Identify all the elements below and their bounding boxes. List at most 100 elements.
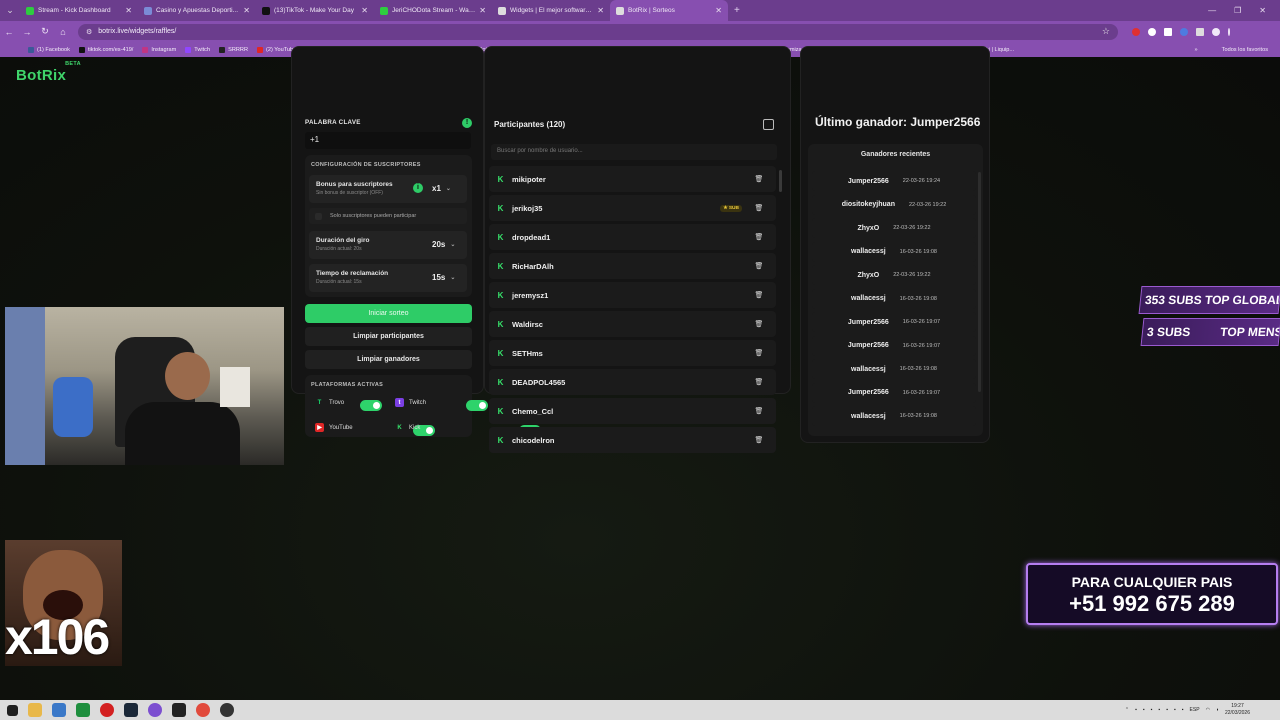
tray-app-icon[interactable]: ▪ bbox=[1166, 707, 1168, 713]
winner-date: 22-03-26 19:24 bbox=[902, 178, 941, 184]
bookmark-star-icon[interactable]: ☆ bbox=[1102, 26, 1110, 37]
close-icon[interactable]: ✕ bbox=[125, 6, 132, 15]
reload-icon[interactable]: ↻ bbox=[36, 26, 54, 37]
participant-search-input[interactable]: Buscar por nombre de usuario... bbox=[491, 144, 777, 160]
tab-search-icon[interactable]: ⌄ bbox=[0, 0, 20, 21]
kick-icon: K bbox=[497, 406, 504, 416]
info-icon[interactable]: i bbox=[413, 183, 423, 193]
tray-app-icon[interactable]: ▪ bbox=[1182, 707, 1184, 713]
url-field[interactable]: ⚙ botrix.live/widgets/raffles/ ☆ bbox=[78, 23, 1118, 40]
twitch-toggle[interactable] bbox=[466, 400, 489, 411]
claim-select[interactable]: 15s ⌄ bbox=[432, 273, 455, 282]
maximize-icon[interactable]: ❐ bbox=[1234, 6, 1241, 15]
info-icon[interactable]: ! bbox=[462, 118, 472, 128]
sub-badge: ★ SUB bbox=[720, 204, 742, 212]
app-icon[interactable] bbox=[52, 703, 66, 717]
tray-app-icon[interactable]: ▪ bbox=[1158, 707, 1160, 713]
menu-icon[interactable] bbox=[1228, 27, 1230, 36]
new-tab-button[interactable]: + bbox=[728, 5, 746, 16]
winner-date: 16-03-26 19:08 bbox=[899, 413, 937, 419]
browser-tab[interactable]: Widgets | El mejor software pa... ✕ bbox=[492, 0, 610, 21]
steam-icon[interactable] bbox=[124, 703, 138, 717]
profile-avatar-icon[interactable] bbox=[1212, 27, 1220, 36]
start-icon[interactable] bbox=[7, 704, 18, 716]
forward-icon[interactable]: → bbox=[18, 27, 36, 37]
bookmark-item[interactable]: (1) Facebook bbox=[28, 46, 70, 53]
trash-icon[interactable]: 🗑 bbox=[752, 436, 766, 444]
bookmark-item[interactable]: Instagram bbox=[142, 46, 176, 53]
excel-icon[interactable] bbox=[76, 703, 90, 717]
trash-icon[interactable]: 🗑 bbox=[752, 291, 766, 299]
close-icon[interactable]: ✕ bbox=[479, 6, 486, 15]
browser-tab[interactable]: Stream - Kick Dashboard ✕ bbox=[20, 0, 138, 21]
browser-tab[interactable]: (13)TikTok - Make Your Day ✕ bbox=[256, 0, 374, 21]
bookmark-item[interactable]: SRRRR bbox=[219, 46, 248, 53]
extension-icon[interactable] bbox=[1164, 27, 1172, 36]
subs-only-row[interactable]: Solo suscriptores pueden participar bbox=[309, 208, 467, 224]
close-icon[interactable]: ✕ bbox=[715, 6, 722, 15]
subs-only-checkbox[interactable] bbox=[315, 212, 322, 220]
bookmark-item[interactable]: tiktok.com/es-419/ bbox=[78, 46, 133, 53]
clear-winners-button[interactable]: Limpiar ganadores bbox=[305, 350, 472, 369]
keyword-input[interactable]: +1 bbox=[305, 132, 471, 149]
tray-app-icon[interactable]: ▪ bbox=[1151, 707, 1153, 713]
participant-row: K RicHarDAlh 🗑 bbox=[489, 253, 776, 279]
winner-date: 22-03-26 19:22 bbox=[893, 225, 931, 231]
language-indicator[interactable]: ESP bbox=[1190, 707, 1200, 713]
home-icon[interactable]: ⌂ bbox=[54, 27, 72, 37]
tray-chevron-icon[interactable]: ⌃ bbox=[1125, 707, 1129, 713]
site-info-icon[interactable]: ⚙ bbox=[86, 28, 92, 36]
opera-icon[interactable] bbox=[100, 703, 114, 717]
participant-row: Kchicodelron 🗑 bbox=[489, 427, 776, 453]
botrix-logo[interactable]: BotRixBETA bbox=[16, 61, 82, 84]
bookmark-item[interactable]: Twitch bbox=[185, 46, 210, 53]
bookmarks-right: » Todos los favoritos bbox=[1195, 42, 1268, 57]
wifi-icon[interactable]: ◠ bbox=[1206, 707, 1210, 713]
tray-app-icon[interactable]: ▪ bbox=[1174, 707, 1176, 713]
platform-label: Kick bbox=[409, 424, 421, 431]
clear-participants-button[interactable]: Limpiar participantes bbox=[305, 327, 472, 346]
all-favorites-button[interactable]: Todos los favoritos bbox=[1222, 47, 1268, 53]
extension-icon[interactable] bbox=[1196, 27, 1204, 36]
tray-app-icon[interactable]: ▪ bbox=[1143, 707, 1145, 713]
trash-icon[interactable]: 🗑 bbox=[752, 378, 766, 386]
trash-icon[interactable]: 🗑 bbox=[752, 175, 766, 183]
obs-icon[interactable] bbox=[220, 703, 234, 717]
participants-scrollbar[interactable] bbox=[779, 170, 782, 192]
volume-icon[interactable]: ◗ bbox=[1216, 707, 1219, 713]
participant-name: Waldirsc bbox=[512, 319, 543, 329]
close-icon[interactable]: ✕ bbox=[597, 6, 604, 15]
trash-icon[interactable]: 🗑 bbox=[752, 262, 766, 270]
bonus-select[interactable]: x1 ⌄ bbox=[432, 184, 451, 193]
spin-select[interactable]: 20s ⌄ bbox=[432, 240, 455, 249]
browser-tab-active[interactable]: BotRix | Sorteos ✕ bbox=[610, 0, 728, 21]
back-icon[interactable]: ← bbox=[0, 27, 18, 37]
participants-title: Participantes (120) bbox=[494, 120, 566, 129]
browser-tab[interactable]: JeriCHODota Stream - Watch l... ✕ bbox=[374, 0, 492, 21]
trash-icon[interactable]: 🗑 bbox=[752, 349, 766, 357]
close-icon[interactable]: ✕ bbox=[361, 6, 368, 15]
more-bookmarks-button[interactable]: » bbox=[1195, 47, 1198, 53]
extension-icon[interactable] bbox=[1148, 27, 1156, 36]
winners-scrollbar[interactable] bbox=[978, 172, 981, 392]
trash-icon[interactable]: 🗑 bbox=[752, 407, 766, 415]
extension-icon[interactable] bbox=[1132, 27, 1140, 36]
extension-icon[interactable] bbox=[1180, 27, 1188, 36]
app-icon[interactable] bbox=[148, 703, 162, 717]
trash-icon[interactable]: 🗑 bbox=[752, 204, 766, 212]
browser-tab[interactable]: Casino y Apuestas Deporti... ✕ bbox=[138, 0, 256, 21]
subs-banner-monthly: 3 SUBS TOP MENSUA bbox=[1140, 318, 1280, 346]
explorer-icon[interactable] bbox=[28, 703, 42, 717]
close-window-icon[interactable]: ✕ bbox=[1259, 6, 1266, 15]
start-raffle-button[interactable]: Iniciar sorteo bbox=[305, 304, 472, 323]
trash-icon[interactable]: 🗑 bbox=[752, 233, 766, 241]
trash-icon[interactable]: 🗑 bbox=[752, 320, 766, 328]
chrome-icon[interactable] bbox=[196, 703, 210, 717]
clock[interactable]: 19:27 22/03/2026 bbox=[1225, 703, 1250, 717]
trovo-toggle[interactable] bbox=[360, 400, 382, 411]
copy-icon[interactable] bbox=[763, 119, 774, 130]
tray-app-icon[interactable]: ▪ bbox=[1135, 707, 1137, 713]
minimize-icon[interactable]: — bbox=[1208, 6, 1216, 15]
close-icon[interactable]: ✕ bbox=[243, 6, 250, 15]
terminal-icon[interactable] bbox=[172, 703, 186, 717]
